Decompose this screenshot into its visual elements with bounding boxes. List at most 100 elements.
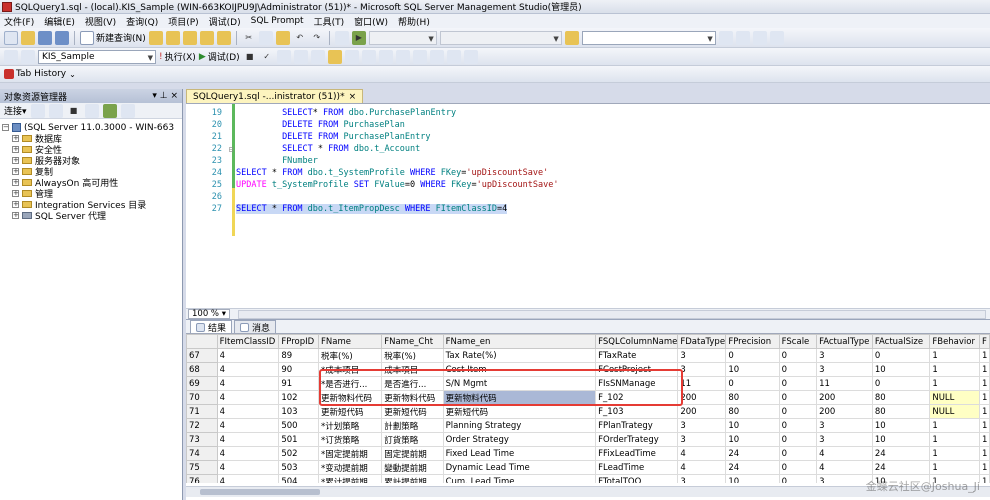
table-cell[interactable]: 200 bbox=[677, 404, 727, 419]
expand-icon[interactable]: + bbox=[12, 179, 19, 186]
table-cell[interactable]: 3 bbox=[816, 474, 873, 483]
tree-node-security[interactable]: + 安全性 bbox=[2, 144, 180, 156]
table-cell[interactable]: 3 bbox=[816, 362, 873, 377]
table-cell[interactable]: 10 bbox=[725, 474, 780, 483]
comment-icon[interactable] bbox=[412, 49, 427, 64]
table-cell[interactable]: 0 bbox=[778, 376, 818, 391]
table-cell[interactable]: 是否進行... bbox=[381, 376, 444, 391]
table-cell[interactable]: 4 bbox=[216, 362, 280, 377]
table-cell[interactable]: 102 bbox=[278, 390, 319, 405]
tab-history-button[interactable]: Tab History bbox=[4, 69, 66, 79]
table-row[interactable]: 74 4 502 *固定提前期 固定提前期 Fixed Lead Time FFixLead… bbox=[186, 446, 990, 461]
dmx-query-icon[interactable] bbox=[199, 30, 214, 45]
toolbox-icon[interactable] bbox=[752, 30, 767, 45]
table-cell[interactable]: 1 bbox=[979, 404, 990, 419]
table-cell[interactable]: 計劃策略 bbox=[381, 418, 444, 433]
table-cell[interactable]: F_102 bbox=[595, 390, 679, 405]
find-dropdown[interactable]: ▼ bbox=[581, 30, 716, 45]
row-number[interactable]: 76 bbox=[186, 474, 218, 483]
collapse-icon[interactable]: − bbox=[2, 124, 9, 131]
navigate-back-icon[interactable] bbox=[334, 30, 349, 45]
table-cell[interactable]: 3 bbox=[677, 474, 727, 483]
table-cell[interactable]: 訂貨策略 bbox=[381, 432, 444, 447]
table-row[interactable]: 70 4 102 更新物料代码 更新物料代码 更新物料代码 F_102 200 80 0 200 80… bbox=[186, 390, 990, 405]
code-line[interactable]: 25 UPDATE t_SystemProfile SET FValue=0 WH… bbox=[186, 179, 986, 191]
table-cell[interactable]: 4 bbox=[816, 460, 873, 475]
column-header[interactable]: FPrecision bbox=[725, 334, 780, 349]
menu-window[interactable]: 窗口(W) bbox=[354, 15, 388, 28]
scrollbar-thumb[interactable] bbox=[200, 489, 320, 495]
table-cell[interactable]: Planning Strategy bbox=[442, 418, 597, 433]
code-line[interactable]: 20 DELETE FROM PurchasePlan bbox=[186, 119, 986, 131]
paste-icon[interactable] bbox=[275, 30, 290, 45]
database-dropdown[interactable]: KIS_Sample ▼ bbox=[38, 49, 156, 64]
table-cell[interactable]: 91 bbox=[278, 376, 319, 391]
row-number[interactable]: 69 bbox=[186, 376, 218, 391]
table-cell[interactable]: 3 bbox=[677, 362, 727, 377]
query-designer-icon[interactable] bbox=[293, 49, 308, 64]
table-cell[interactable]: 0 bbox=[778, 348, 818, 363]
expand-icon[interactable]: + bbox=[12, 146, 19, 153]
table-cell[interactable]: 10 bbox=[725, 432, 780, 447]
table-cell[interactable]: 4 bbox=[216, 418, 280, 433]
table-cell[interactable]: 4 bbox=[216, 432, 280, 447]
table-cell[interactable]: 更新短代码 bbox=[442, 404, 597, 419]
code-line[interactable]: 19 SELECT* FROM dbo.PurchasePlanEntry bbox=[186, 107, 986, 119]
row-number[interactable]: 68 bbox=[186, 362, 218, 377]
table-cell[interactable]: 10 bbox=[725, 418, 780, 433]
table-cell[interactable]: 1 bbox=[929, 362, 980, 377]
table-cell[interactable]: 504 bbox=[278, 474, 319, 483]
parse-icon[interactable]: ✓ bbox=[260, 50, 274, 64]
save-icon[interactable] bbox=[38, 30, 52, 45]
code-line[interactable]: 21 DELETE FROM PurchasePlanEntry bbox=[186, 131, 986, 143]
menu-tools[interactable]: 工具(T) bbox=[314, 15, 345, 28]
table-cell[interactable]: 1 bbox=[929, 348, 980, 363]
table-cell[interactable]: 1 bbox=[979, 446, 990, 461]
table-cell[interactable]: 1 bbox=[929, 460, 980, 475]
results-to-text-icon[interactable] bbox=[361, 49, 376, 64]
table-cell[interactable]: *计划策略 bbox=[317, 418, 383, 433]
table-cell[interactable]: Order Strategy bbox=[442, 432, 597, 447]
table-cell[interactable]: 1 bbox=[979, 418, 990, 433]
table-cell[interactable]: 税率(%) bbox=[317, 348, 383, 363]
table-cell[interactable]: 4 bbox=[216, 446, 280, 461]
table-cell[interactable]: Cum. Lead Time bbox=[442, 474, 597, 483]
cut-icon[interactable]: ✂ bbox=[242, 31, 256, 45]
table-cell[interactable]: 累計提前期 bbox=[381, 474, 444, 483]
estimated-plan-icon[interactable] bbox=[276, 49, 291, 64]
table-cell[interactable]: 0 bbox=[778, 474, 818, 483]
table-cell[interactable]: 4 bbox=[216, 348, 280, 363]
table-row[interactable]: 67 4 89 税率(%) 稅率(%) Tax Rate(%) FTaxRate 3 0 0 3 0 1… bbox=[186, 348, 990, 363]
code-line[interactable]: 27 SELECT * FROM dbo.t_ItemPropDesc WHERE… bbox=[186, 203, 986, 215]
table-cell[interactable]: 1 bbox=[979, 474, 990, 483]
table-cell[interactable]: 4 bbox=[816, 446, 873, 461]
table-cell[interactable]: 固定提前期 bbox=[381, 446, 444, 461]
object-explorer-icon[interactable] bbox=[718, 30, 733, 45]
table-cell[interactable]: 稅率(%) bbox=[381, 348, 444, 363]
disconnect-icon[interactable] bbox=[48, 103, 63, 118]
refresh-icon[interactable] bbox=[102, 103, 117, 118]
menu-project[interactable]: 项目(P) bbox=[168, 15, 198, 28]
table-cell[interactable]: 更新物料代码 bbox=[381, 390, 444, 405]
column-header[interactable]: FName bbox=[317, 334, 383, 349]
column-header[interactable]: FName_en bbox=[442, 334, 597, 349]
include-plan-icon[interactable] bbox=[327, 49, 342, 64]
table-cell[interactable]: 10 bbox=[871, 432, 931, 447]
row-number[interactable]: 73 bbox=[186, 432, 218, 447]
table-cell[interactable]: 1 bbox=[929, 432, 980, 447]
tab-messages[interactable]: 消息 bbox=[234, 320, 277, 334]
column-header[interactable]: FName_Cht bbox=[381, 334, 444, 349]
table-cell[interactable]: 200 bbox=[816, 404, 873, 419]
table-cell[interactable]: 成本項目 bbox=[381, 362, 444, 377]
column-header[interactable]: FBehavior bbox=[929, 334, 980, 349]
sql-editor[interactable]: 19 SELECT* FROM dbo.PurchasePlanEntry 20 … bbox=[186, 103, 990, 308]
table-cell[interactable]: 0 bbox=[778, 390, 818, 405]
filter-icon[interactable] bbox=[84, 103, 99, 118]
new-project-icon[interactable] bbox=[4, 30, 18, 45]
results-to-grid-icon[interactable] bbox=[378, 49, 393, 64]
expand-icon[interactable]: + bbox=[12, 135, 19, 142]
table-cell[interactable]: 200 bbox=[816, 390, 873, 405]
table-cell[interactable]: 103 bbox=[278, 404, 319, 419]
column-header[interactable] bbox=[186, 334, 218, 349]
table-cell[interactable]: 1 bbox=[979, 362, 990, 377]
